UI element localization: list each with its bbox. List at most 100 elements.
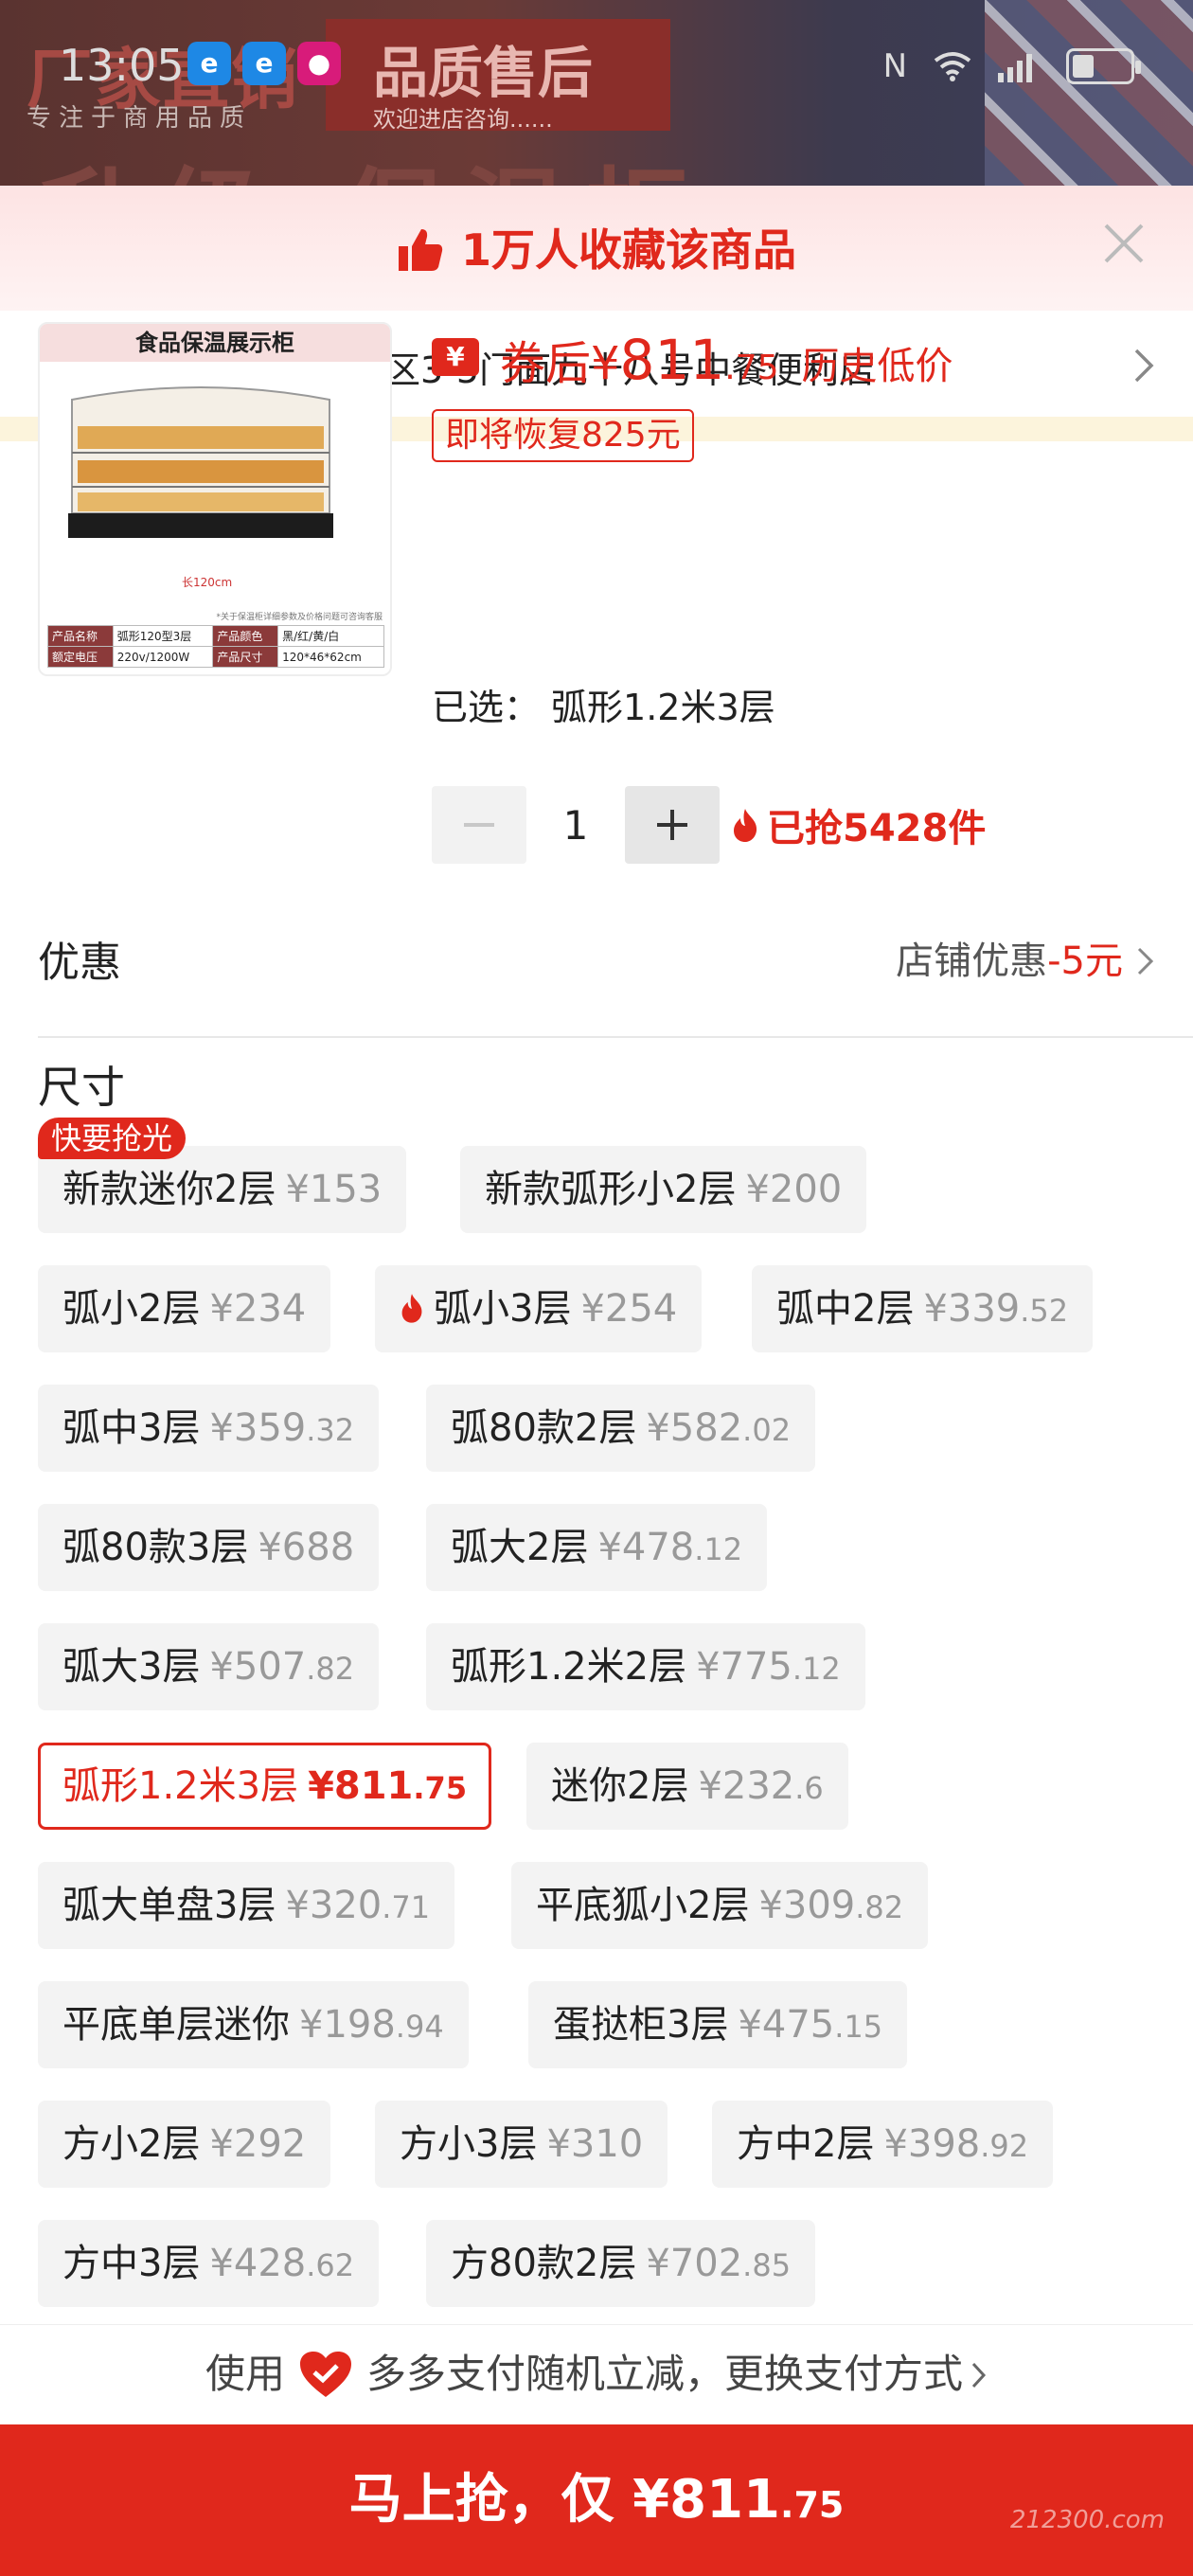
size-option-price: ¥292 (209, 2122, 307, 2166)
size-option-price: ¥811 (308, 1764, 414, 1808)
chevron-right-icon (1137, 947, 1154, 975)
product-image-length: 长120cm (182, 576, 233, 589)
size-option-price-decimal: .71 (382, 1889, 431, 1925)
chevron-right-icon (971, 2362, 987, 2388)
size-option-price: ¥153 (285, 1168, 383, 1211)
product-spec-table: 产品名称 弧形120型3层 产品颜色 黑/红/黄/白 额定电压 220v/120… (47, 625, 384, 668)
close-icon[interactable] (1102, 222, 1146, 265)
size-option[interactable]: 方中2层 ¥398.92 (712, 2101, 1054, 2188)
price-decimal: .75 (724, 349, 779, 387)
size-option[interactable]: 弧80款3层 ¥688 (38, 1504, 380, 1591)
size-option-price-decimal: .52 (1020, 1293, 1069, 1329)
size-option-name: 弧中2层 (776, 1287, 915, 1331)
size-option-price-decimal: .75 (413, 1770, 468, 1806)
quantity-stepper: 1 已抢5428件 (432, 786, 986, 864)
selected-value: 弧形1.2米3层 (551, 687, 775, 728)
favorites-count-text: 1万人收藏该商品 (460, 224, 796, 276)
size-option-price: ¥198 (299, 2003, 396, 2047)
shop-discount-label: 店铺优惠 (896, 939, 1048, 983)
wifi-icon (934, 52, 971, 81)
size-option[interactable]: 弧80款2层 ¥582.02 (426, 1385, 816, 1472)
product-thumbnail[interactable]: 食品保温展示柜 长120cm *关于保温柜详细参数及价格问题可咨询客服 产品名称… (38, 322, 392, 676)
size-option-price-decimal: .82 (855, 1889, 904, 1925)
minus-icon (464, 823, 494, 827)
size-option-price-decimal: .92 (980, 2128, 1029, 2164)
size-option-price-decimal: .02 (742, 1412, 792, 1448)
size-option[interactable]: 方中3层 ¥428.62 (38, 2220, 380, 2307)
size-option[interactable]: 弧小2层 ¥234 (38, 1265, 331, 1352)
size-option[interactable]: 平底单层迷你 ¥198.94 (38, 1981, 469, 2068)
size-option[interactable]: 弧中3层 ¥359.32 (38, 1385, 380, 1472)
signal-icon (998, 54, 1032, 82)
size-option-name: 方中2层 (737, 2122, 875, 2166)
size-option-name: 弧中3层 (62, 1406, 201, 1450)
size-option-price: ¥475 (738, 2003, 835, 2047)
notification-app-icon: e (242, 42, 286, 85)
size-option-price-decimal: .62 (306, 2247, 355, 2283)
size-option-price-decimal: .12 (792, 1651, 841, 1687)
size-option-name: 弧小2层 (62, 1287, 201, 1331)
buy-now-label: 马上抢，仅 ¥811 (348, 2469, 781, 2531)
size-option[interactable]: 迷你2层 ¥232.6 (526, 1743, 848, 1830)
selected-variant: 已选： 弧形1.2米3层 (432, 678, 775, 730)
battery-icon (1066, 48, 1141, 84)
spec-cell: 产品颜色 (212, 625, 279, 647)
size-option[interactable]: 方小3层 ¥310 (375, 2101, 668, 2188)
almost-sold-out-tag: 快要抢光 (38, 1118, 187, 1159)
restore-price-badge: 即将恢复825元 (432, 409, 694, 462)
size-option-name: 方80款2层 (451, 2242, 637, 2285)
size-option-name: 蛋挞柜3层 (553, 2003, 729, 2047)
size-section-label: 尺寸 (38, 1062, 125, 1113)
size-option-price-decimal: .94 (395, 2009, 444, 2045)
spec-cell: 产品名称 (47, 625, 114, 647)
payment-use-label: 使用 (205, 2351, 285, 2397)
spec-cell: 120*46*62cm (277, 646, 384, 668)
size-option-name: 平底狐小2层 (536, 1884, 750, 1927)
size-option[interactable]: 弧大3层 ¥507.82 (38, 1623, 380, 1710)
size-option-price: ¥775 (696, 1645, 792, 1689)
size-option-name: 弧大单盘3层 (62, 1884, 276, 1927)
size-option[interactable]: 新款弧形小2层 ¥200 (460, 1146, 867, 1233)
size-option-price: ¥398 (883, 2122, 981, 2166)
decrease-button[interactable] (432, 786, 526, 864)
size-option-selected[interactable]: 弧形1.2米3层 ¥811.75 (38, 1743, 492, 1830)
size-option-price: ¥702 (646, 2242, 743, 2285)
size-option-name: 迷你2层 (551, 1764, 689, 1808)
site-watermark: 212300.com (1009, 2506, 1165, 2534)
nfc-icon: N (882, 47, 907, 85)
quantity-value[interactable]: 1 (526, 802, 625, 849)
size-option-name: 方小3层 (400, 2122, 538, 2166)
buy-now-price-decimal: .75 (780, 2484, 845, 2526)
buy-now-button[interactable]: 马上抢，仅 ¥811.75 (0, 2424, 1193, 2576)
size-option-price: ¥582 (646, 1406, 743, 1450)
selected-label: 已选： (432, 687, 541, 728)
status-clock: 13:05 (59, 40, 185, 91)
promotion-label: 优惠 (38, 939, 121, 987)
size-option[interactable]: 弧大单盘3层 ¥320.71 (38, 1862, 455, 1949)
spec-cell: 弧形120型3层 (112, 625, 214, 647)
payment-method-row[interactable]: 使用 多多支付随机立减，更换支付方式 (0, 2324, 1193, 2424)
size-option[interactable]: 弧大2层 ¥478.12 (426, 1504, 768, 1591)
size-option-name: 方中3层 (62, 2242, 201, 2285)
size-option[interactable]: 方小2层 ¥292 (38, 2101, 331, 2188)
size-option-name: 弧80款3层 (62, 1526, 249, 1569)
size-option-price-decimal: .15 (834, 2009, 883, 2045)
size-option-price: ¥688 (258, 1526, 355, 1569)
size-option[interactable]: 弧小3层 ¥254 (375, 1265, 703, 1352)
spec-cell: 220v/1200W (112, 646, 214, 668)
size-option[interactable]: 弧中2层 ¥339.52 (752, 1265, 1094, 1352)
size-option-price: ¥320 (285, 1884, 383, 1927)
price-line: ¥ 券后¥ 811 .75 历史低价 (432, 326, 953, 392)
size-option[interactable]: 平底狐小2层 ¥309.82 (511, 1862, 929, 1949)
increase-button[interactable] (625, 786, 720, 864)
size-option[interactable]: 蛋挞柜3层 ¥475.15 (528, 1981, 908, 2068)
favorites-banner: 1万人收藏该商品 (0, 216, 1193, 278)
size-option[interactable]: 方80款2层 ¥702.85 (426, 2220, 816, 2307)
size-option-name: 弧80款2层 (451, 1406, 637, 1450)
promotion-row[interactable]: 优惠 店铺优惠-5元 (38, 928, 1193, 1038)
size-option-name: 弧大2层 (451, 1526, 589, 1569)
size-option-price: ¥507 (209, 1645, 307, 1689)
size-option[interactable]: 弧形1.2米2层 ¥775.12 (426, 1623, 865, 1710)
price-integer: 811 (619, 328, 725, 392)
sold-count-text: 已抢5428件 (767, 807, 987, 850)
